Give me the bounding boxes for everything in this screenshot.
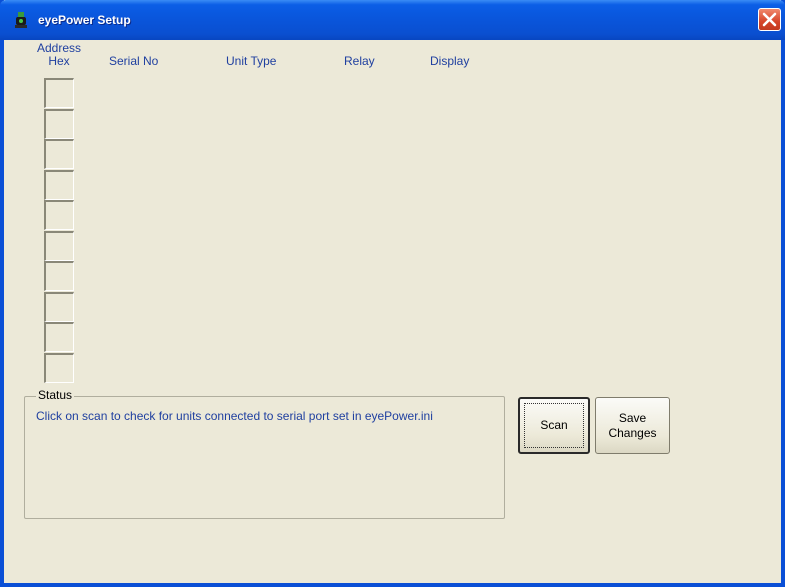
address-hex-field[interactable] xyxy=(44,261,74,291)
close-icon xyxy=(762,12,777,27)
setup-window: eyePower Setup Address Hex Serial No Uni… xyxy=(0,0,785,587)
address-hex-field[interactable] xyxy=(44,322,74,352)
save-label-line2: Changes xyxy=(608,426,657,440)
save-label-line1: Save xyxy=(618,411,647,425)
address-hex-field[interactable] xyxy=(44,352,74,383)
status-message: Click on scan to check for units connect… xyxy=(36,409,433,423)
address-hex-field[interactable] xyxy=(44,291,74,322)
header-display: Display xyxy=(430,54,470,68)
header-serial-no: Serial No xyxy=(109,54,159,68)
address-hex-field[interactable] xyxy=(44,169,74,200)
header-address-hex: Address Hex xyxy=(34,42,84,68)
address-hex-field[interactable] xyxy=(44,108,74,139)
address-hex-field[interactable] xyxy=(44,139,74,169)
status-legend: Status xyxy=(36,388,75,402)
window-title: eyePower Setup xyxy=(38,13,131,27)
header-unit-type: Unit Type xyxy=(226,54,277,68)
address-hex-field[interactable] xyxy=(44,200,74,230)
title-bar[interactable]: eyePower Setup xyxy=(0,0,785,40)
header-relay: Relay xyxy=(344,54,375,68)
address-hex-field[interactable] xyxy=(44,78,74,108)
scan-button[interactable]: Scan xyxy=(518,397,590,454)
eyepower-app-icon xyxy=(15,12,27,28)
header-hex-label: Hex xyxy=(48,54,70,68)
scan-button-label: Scan xyxy=(540,418,568,432)
address-hex-field[interactable] xyxy=(44,230,74,261)
save-changes-button[interactable]: Save Changes xyxy=(595,397,670,454)
save-changes-label: Save Changes xyxy=(596,411,669,441)
close-button[interactable] xyxy=(758,8,781,31)
